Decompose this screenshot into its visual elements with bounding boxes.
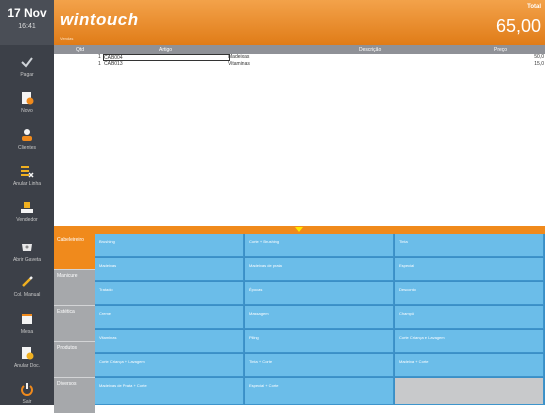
product-button[interactable]: Desconto [395, 282, 544, 305]
sidebar-item-label: Abrir Gaveta [12, 257, 42, 263]
power-icon [21, 383, 33, 396]
new-doc-icon [22, 92, 34, 105]
cell-preco: 15,0 [534, 61, 544, 67]
product-button[interactable]: Massagem [245, 306, 394, 329]
product-button[interactable]: Tratado [95, 282, 244, 305]
product-button[interactable]: Corte + Brushing [245, 234, 394, 257]
category-diversos[interactable]: Diversos [54, 378, 95, 413]
expand-arrow-icon[interactable] [295, 227, 303, 232]
product-button[interactable]: Brushing [95, 234, 244, 257]
cell-descricao: Madeixas [228, 54, 250, 60]
check-icon [21, 57, 33, 68]
sidebar-item-label: Sair [22, 399, 32, 405]
category-cabeleireiro[interactable]: Cabeleireiro [54, 234, 95, 269]
product-button[interactable]: Madeixa + Corte [395, 354, 544, 377]
sidebar-item-label: Anular Doc. [13, 363, 41, 369]
product-button[interactable]: Vitaminas [95, 330, 244, 353]
cell-qtd: 1 [98, 54, 101, 60]
column-header-artigo[interactable]: Artigo [159, 47, 172, 53]
sidebar-item-clientes[interactable]: Clientes [0, 128, 54, 164]
product-button[interactable]: Creme [95, 306, 244, 329]
product-button[interactable]: Corte Criança + Lavagem [95, 354, 244, 377]
total-value: 65,00 [495, 16, 541, 36]
product-button[interactable]: Corte Criança e Lavagem [395, 330, 544, 353]
header-bar: wintouch Vendas Total 65,00 [54, 0, 545, 45]
sidebar-item-label: Novo [21, 108, 33, 114]
cell-preco: 50,0 [534, 54, 544, 60]
product-button-empty [395, 378, 544, 405]
sidebar-item-mesa[interactable]: Mesa [0, 312, 54, 348]
sidebar-item-label: Anular Linha [12, 181, 42, 187]
column-header-preco[interactable]: Preço [494, 47, 507, 53]
product-button[interactable]: Especial + Corte [245, 378, 394, 405]
product-button[interactable]: Épocas [245, 282, 394, 305]
order-lines-table: Qtd Artigo Descrição Preço 1 CAB004 Made… [54, 45, 545, 226]
sidebar-item-label: Pagar [20, 72, 34, 78]
sidebar-item-sair[interactable]: Sair [0, 382, 54, 418]
cancel-doc-icon [22, 347, 34, 360]
product-button[interactable]: Tinta + Corte [245, 354, 394, 377]
product-button[interactable]: Tinta [395, 234, 544, 257]
date-time: 16:41 [18, 23, 36, 30]
app-logo-subtitle: Vendas [60, 36, 74, 41]
cell-artigo: CAB013 [104, 61, 123, 67]
product-button[interactable]: Especial [395, 258, 544, 281]
sidebar-item-label: Col. Manual [13, 292, 41, 298]
product-grid: Brushing Corte + Brushing Tinta Madeixas… [95, 234, 545, 405]
total-label: Total [527, 4, 541, 10]
sidebar-item-anular-linha[interactable]: Anular Linha [0, 164, 54, 200]
sidebar-item-abrir-gaveta[interactable]: Abrir Gaveta [0, 240, 54, 276]
product-button[interactable]: Madeixas [95, 258, 244, 281]
table-row[interactable]: 1 CAB013 Vitaminas 15,0 [54, 61, 545, 68]
date-day: 17 Nov [7, 6, 47, 20]
category-produtos[interactable]: Produtos [54, 342, 95, 377]
table-row[interactable]: 1 CAB004 Madeixas 50,0 [54, 54, 545, 61]
seller-icon [21, 202, 33, 213]
cell-descricao: Vitaminas [228, 61, 250, 67]
sidebar-item-pagar[interactable]: Pagar [0, 55, 54, 91]
category-estetica[interactable]: Estética [54, 306, 95, 341]
cell-artigo-selected[interactable]: CAB004 [103, 54, 230, 61]
sidebar-item-novo[interactable]: Novo [0, 91, 54, 127]
sidebar-item-label: Mesa [20, 329, 34, 335]
clients-icon [22, 129, 32, 141]
column-header-qtd[interactable]: Qtd [76, 47, 84, 53]
cancel-line-icon [21, 166, 34, 178]
edit-icon [22, 276, 33, 287]
product-button[interactable]: Champô [395, 306, 544, 329]
column-header-descricao[interactable]: Descrição [359, 47, 381, 53]
app-logo: wintouch [60, 10, 139, 29]
date-time-box: 17 Nov 16:41 [0, 0, 54, 45]
product-button[interactable]: Madeixas de prata [245, 258, 394, 281]
product-button[interactable]: Piling [245, 330, 394, 353]
category-manicure[interactable]: Manicure [54, 270, 95, 305]
sidebar-item-vendedor[interactable]: Vendedor [0, 200, 54, 236]
sidebar-item-col-manual[interactable]: Col. Manual [0, 275, 54, 311]
table-icon [22, 314, 32, 324]
sidebar-item-label: Vendedor [16, 217, 38, 223]
cell-qtd: 1 [98, 61, 101, 67]
product-button[interactable]: Madeixas de Prata + Corte [95, 378, 244, 405]
drawer-icon [22, 244, 32, 251]
sidebar-item-label: Clientes [17, 145, 37, 151]
sidebar-item-anular-doc[interactable]: Anular Doc. [0, 346, 54, 382]
category-list: Cabeleireiro Manicure Estética Produtos … [54, 234, 95, 413]
table-header: Qtd Artigo Descrição Preço [54, 45, 545, 54]
sidebar: 17 Nov 16:41 Pagar Novo Clientes Anular … [0, 0, 54, 405]
panel-splitter[interactable] [54, 226, 545, 234]
